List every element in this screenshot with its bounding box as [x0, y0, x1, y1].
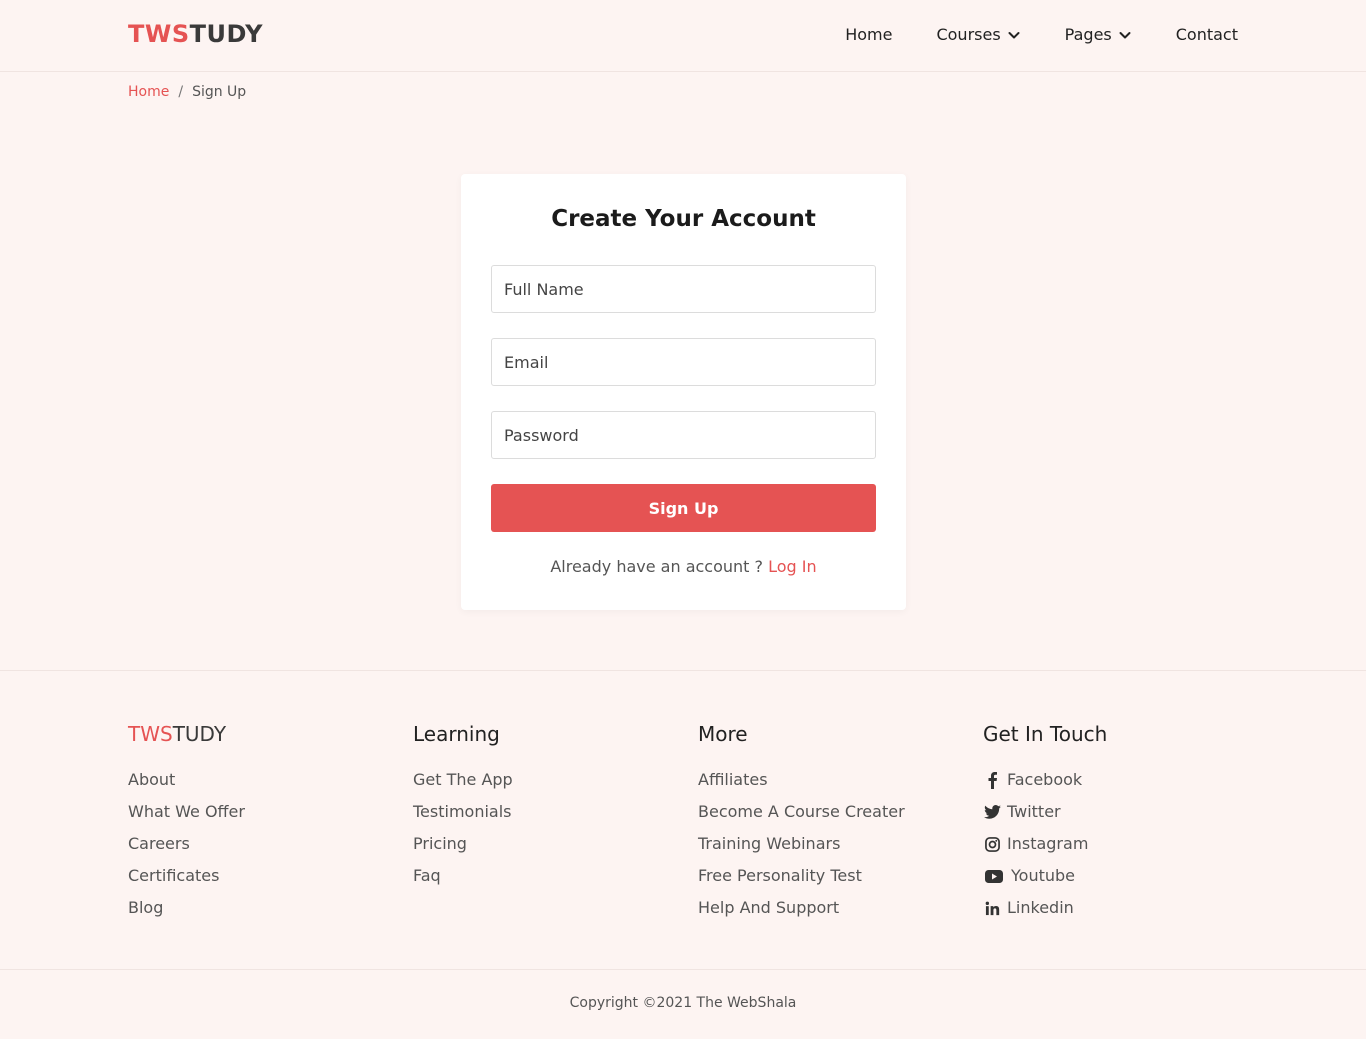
footer-link-get-the-app[interactable]: Get The App — [413, 764, 673, 796]
main-nav: Home Courses Pages Contact — [845, 25, 1238, 44]
password-field[interactable] — [491, 411, 876, 459]
chevron-down-icon — [1008, 31, 1020, 38]
footer-social-links: Facebook Twitter Instagram Youtube Linke… — [983, 764, 1243, 924]
footer-link-what-we-offer[interactable]: What We Offer — [128, 796, 388, 828]
footer-column-brand: TWSTUDY About What We Offer Careers Cert… — [128, 720, 388, 924]
footer-link-testimonials[interactable]: Testimonials — [413, 796, 673, 828]
logo-part-1: TWS — [128, 20, 190, 48]
linkedin-icon — [983, 899, 1001, 917]
site-header: TWSTUDY Home Courses Pages Contact — [0, 0, 1366, 72]
footer-link-certificates[interactable]: Certificates — [128, 860, 388, 892]
footer-logo[interactable]: TWSTUDY — [128, 720, 388, 748]
instagram-label: Instagram — [1007, 834, 1089, 853]
footer-link-personality-test[interactable]: Free Personality Test — [698, 860, 958, 892]
sign-up-button[interactable]: Sign Up — [491, 484, 876, 532]
footer-heading-learning: Learning — [413, 722, 500, 746]
footer-link-affiliates[interactable]: Affiliates — [698, 764, 958, 796]
footer-link-help-support[interactable]: Help And Support — [698, 892, 958, 924]
nav-home[interactable]: Home — [845, 25, 892, 44]
footer-more-links: Affiliates Become A Course Creater Train… — [698, 764, 958, 924]
facebook-icon — [983, 771, 1001, 789]
nav-home-label: Home — [845, 25, 893, 44]
footer-link-linkedin[interactable]: Linkedin — [983, 892, 1243, 924]
nav-contact-label: Contact — [1175, 25, 1238, 44]
footer-heading-more: More — [698, 722, 748, 746]
breadcrumb-separator: / — [178, 84, 184, 100]
footer-link-training-webinars[interactable]: Training Webinars — [698, 828, 958, 860]
login-prompt: Already have an account ? Log In — [461, 557, 906, 576]
youtube-icon — [983, 867, 1005, 885]
footer-column-contact: Get In Touch Facebook Twitter Instagram … — [983, 720, 1243, 924]
footer-link-course-creator[interactable]: Become A Course Creater — [698, 796, 958, 828]
facebook-label: Facebook — [1007, 770, 1083, 789]
footer-link-youtube[interactable]: Youtube — [983, 860, 1243, 892]
footer-link-careers[interactable]: Careers — [128, 828, 388, 860]
footer-link-faq[interactable]: Faq — [413, 860, 673, 892]
nav-courses[interactable]: Courses — [936, 25, 1020, 44]
nav-courses-label: Courses — [936, 25, 1001, 44]
footer-link-blog[interactable]: Blog — [128, 892, 388, 924]
footer-link-pricing[interactable]: Pricing — [413, 828, 673, 860]
footer-logo-part-1: TWS — [128, 722, 173, 746]
twitter-label: Twitter — [1007, 802, 1061, 821]
full-name-field[interactable] — [491, 265, 876, 313]
nav-contact[interactable]: Contact — [1176, 25, 1238, 44]
email-field[interactable] — [491, 338, 876, 386]
footer-column-more: More Affiliates Become A Course Creater … — [698, 720, 958, 924]
form-title: Create Your Account — [551, 206, 816, 232]
nav-pages-label: Pages — [1064, 25, 1112, 44]
footer-link-twitter[interactable]: Twitter — [983, 796, 1243, 828]
footer-link-facebook[interactable]: Facebook — [983, 764, 1243, 796]
footer-logo-part-2: TUDY — [172, 722, 227, 746]
nav-pages[interactable]: Pages — [1065, 25, 1132, 44]
breadcrumb-home[interactable]: Home — [128, 84, 169, 100]
footer-divider — [0, 670, 1366, 671]
copyright-text: Copyright ©2021 The WebShala — [569, 995, 797, 1011]
chevron-down-icon — [1119, 31, 1131, 38]
linkedin-label: Linkedin — [1007, 898, 1074, 917]
twitter-icon — [983, 803, 1001, 821]
youtube-label: Youtube — [1011, 866, 1075, 885]
footer-link-instagram[interactable]: Instagram — [983, 828, 1243, 860]
login-link[interactable]: Log In — [768, 557, 817, 576]
login-prompt-text: Already have an account ? — [550, 557, 764, 576]
breadcrumb-current: Sign Up — [192, 84, 247, 100]
footer-link-about[interactable]: About — [128, 764, 388, 796]
site-logo[interactable]: TWSTUDY — [128, 20, 263, 48]
instagram-icon — [983, 835, 1001, 853]
footer-brand-links: About What We Offer Careers Certificates… — [128, 764, 388, 924]
footer-column-learning: Learning Get The App Testimonials Pricin… — [413, 720, 673, 892]
footer-bottom-divider — [0, 969, 1366, 970]
footer-heading-contact: Get In Touch — [983, 722, 1108, 746]
breadcrumb: Home / Sign Up — [128, 84, 246, 100]
signup-card: Create Your Account Sign Up Already have… — [461, 174, 906, 610]
footer-learning-links: Get The App Testimonials Pricing Faq — [413, 764, 673, 892]
logo-part-2: TUDY — [189, 20, 264, 48]
